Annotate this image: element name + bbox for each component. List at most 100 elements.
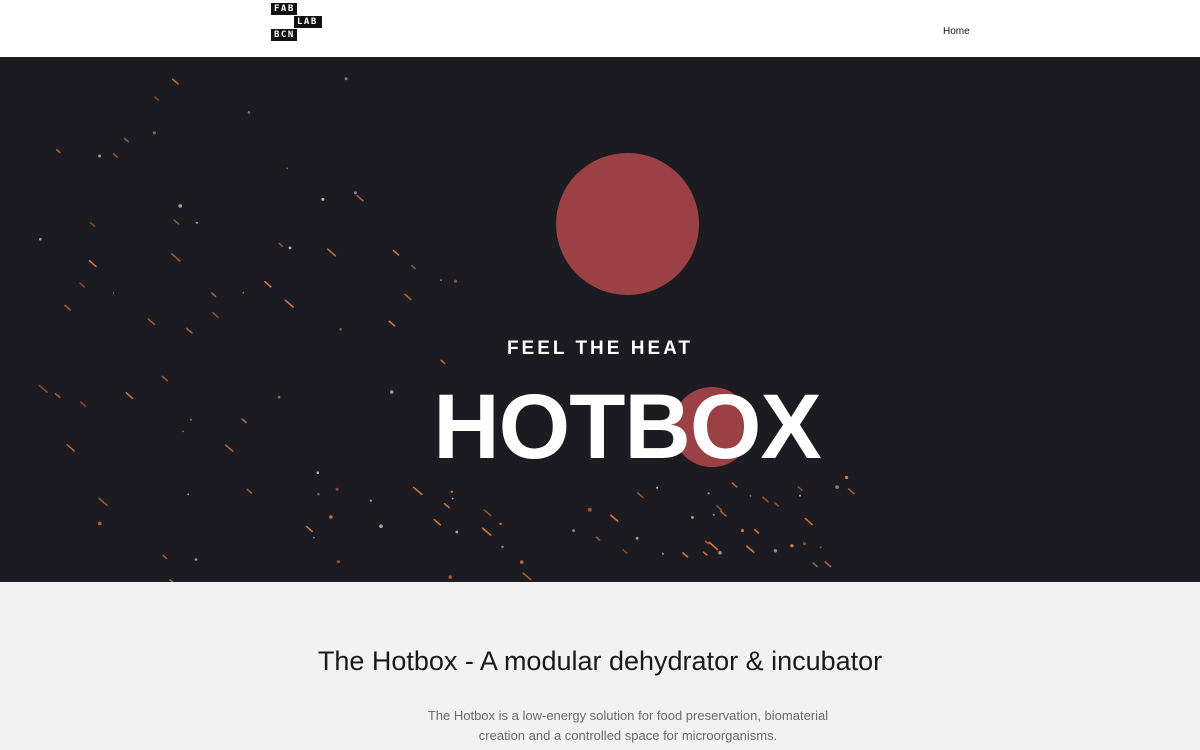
logo-line-bcn: BCN [271, 29, 297, 41]
spark-particle [519, 560, 524, 564]
spark-particle [195, 221, 198, 224]
spark-particle [379, 524, 383, 528]
spark-particle [97, 521, 102, 526]
spark-particle [246, 488, 253, 495]
spark-particle [185, 327, 193, 334]
spark-particle [123, 137, 129, 143]
spark-particle [211, 292, 217, 298]
spark-particle [731, 482, 738, 488]
spark-particle [774, 502, 780, 507]
spark-particle [702, 551, 708, 556]
spark-particle [187, 493, 190, 496]
spark-particle [753, 528, 760, 534]
spark-particle [587, 507, 592, 512]
logo-line-fab: FAB [271, 3, 297, 15]
spark-particle [339, 327, 342, 331]
spark-particle [835, 485, 839, 489]
spark-particle [715, 505, 723, 511]
spark-particle [162, 554, 168, 560]
spark-particle [501, 545, 504, 549]
spark-particle [454, 279, 458, 283]
spark-particle [178, 204, 182, 208]
spark-particle [278, 242, 284, 247]
spark-particle [55, 148, 61, 154]
spark-particle [483, 509, 492, 517]
intro-title: The Hotbox - A modular dehydrator & incu… [317, 646, 883, 676]
spark-particle [824, 561, 832, 568]
spark-particle [847, 488, 855, 495]
hero-title: HOTBOX [433, 376, 822, 478]
spark-particle [773, 549, 778, 553]
spark-particle [790, 544, 794, 548]
spark-particle [481, 527, 492, 536]
spark-particle [336, 560, 340, 564]
spark-particle [451, 497, 454, 500]
spark-particle [388, 320, 396, 327]
spark-particle [522, 572, 532, 581]
spark-particle [212, 311, 219, 318]
spark-particle [317, 492, 320, 496]
spark-particle [147, 318, 156, 326]
spark-particle [682, 552, 689, 558]
spark-particle [335, 487, 339, 491]
spark-particle [718, 551, 722, 555]
spark-particle [152, 131, 156, 135]
spark-particle [410, 265, 416, 270]
spark-particle [194, 558, 198, 561]
spark-particle [595, 536, 601, 542]
spark-particle [288, 246, 292, 250]
spark-particle [344, 77, 348, 81]
spark-particle [455, 530, 459, 534]
hero-title-text: HOTBOX [433, 376, 822, 478]
spark-particle [797, 486, 803, 492]
intro-description: The Hotbox is a low-energy solution for … [427, 708, 829, 743]
spark-particle [804, 517, 814, 526]
spark-particle [39, 237, 42, 241]
spark-particle [448, 575, 452, 579]
nav-home-link[interactable]: Home [943, 26, 970, 37]
spark-particle [329, 515, 333, 519]
spark-particle [286, 167, 289, 170]
spark-particle [169, 579, 174, 582]
spark-particle [799, 494, 801, 497]
spark-particle [440, 279, 442, 282]
logo-line-lab: LAB [294, 16, 322, 28]
spark-particle [656, 486, 659, 489]
spark-particle [79, 282, 86, 288]
spark-particle [154, 96, 160, 101]
spark-particle [499, 522, 502, 526]
spark-particle [622, 548, 628, 554]
spark-particle [171, 253, 181, 262]
spark-particle [404, 293, 412, 301]
spark-particle [173, 219, 180, 225]
spark-particle [712, 513, 715, 516]
spark-particle [708, 541, 719, 551]
spark-particle [412, 486, 423, 496]
spark-particle [326, 248, 337, 257]
spark-particle [112, 292, 115, 294]
spark-particle [636, 492, 644, 499]
hero-circle [556, 153, 699, 295]
fablab-logo[interactable]: FAB LAB BCN [271, 2, 322, 41]
spark-particle [242, 291, 245, 294]
spark-particle [89, 221, 96, 227]
spark-particle [745, 545, 755, 553]
spark-particle [609, 514, 619, 522]
spark-particle [64, 304, 72, 311]
spark-particle [802, 542, 807, 546]
spark-particle [171, 78, 179, 85]
spark-particle [572, 529, 576, 533]
top-navbar: FAB LAB BCN Home [0, 0, 1200, 57]
spark-particle [812, 562, 819, 568]
hero-tagline: FEEL THE HEAT [506, 338, 694, 359]
spark-particle [284, 299, 295, 308]
spark-particle [305, 525, 313, 533]
spark-particle [762, 496, 769, 503]
spark-particle [704, 540, 710, 545]
spark-particle [369, 499, 373, 502]
spark-particle [819, 546, 822, 549]
spark-particle [112, 153, 119, 158]
spark-particle [88, 260, 97, 268]
spark-particle [661, 552, 664, 555]
spark-particle [749, 495, 752, 497]
